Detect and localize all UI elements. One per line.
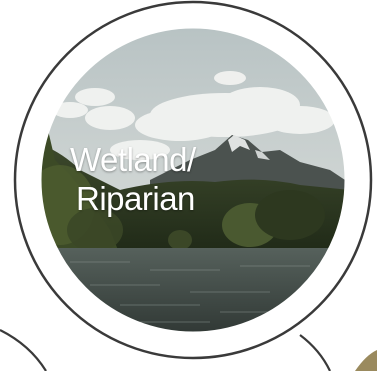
category-tile[interactable]: Wetland/ Riparian — [0, 0, 377, 372]
tile-label: Wetland/ Riparian — [70, 140, 290, 218]
neighbor-tile-ring-left — [0, 329, 47, 372]
tile-label-line1: Wetland/ — [70, 141, 196, 178]
neighbor-tile-fill-right — [355, 350, 377, 371]
tile-label-line2: Riparian — [76, 180, 195, 217]
neighbor-tile-ring-right — [299, 334, 331, 372]
